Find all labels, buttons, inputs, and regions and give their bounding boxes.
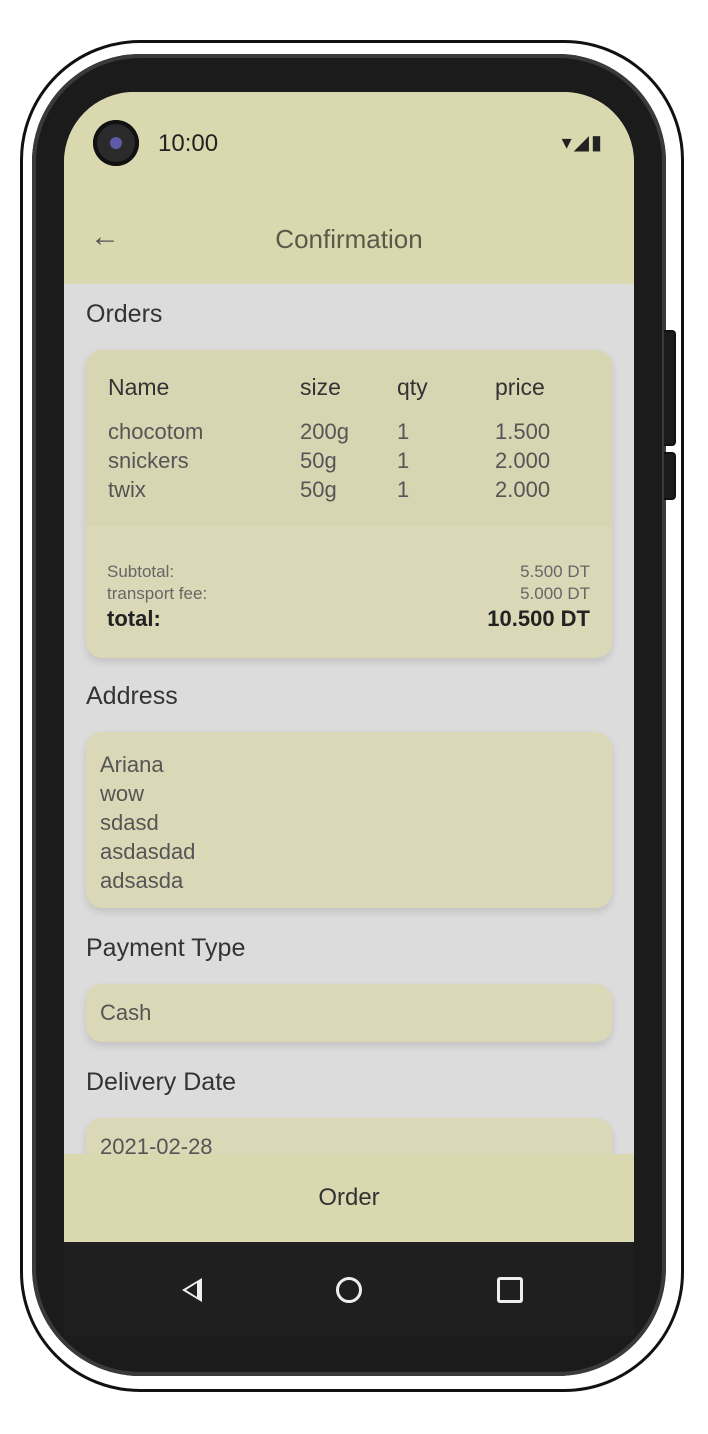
nav-back-icon[interactable] [182, 1278, 202, 1302]
status-time: 10:00 [158, 130, 219, 157]
column-header-size: size [300, 374, 341, 400]
delivery-date-value: 2021-02-28 [100, 1134, 213, 1154]
address-line: wow [100, 781, 145, 806]
content-scroll[interactable]: Orders Name size qty price chocotom 200g… [64, 284, 634, 1154]
order-row-size: 50g [300, 448, 337, 473]
order-row-size: 200g [300, 419, 349, 444]
address-title: Address [86, 682, 178, 710]
nav-home-icon[interactable] [336, 1277, 362, 1303]
delivery-date-title: Delivery Date [86, 1068, 237, 1096]
volume-button [664, 452, 676, 500]
page-title: Confirmation [275, 224, 423, 254]
total-value: 10.500 DT [487, 606, 590, 631]
order-row-price: 2.000 [495, 448, 551, 473]
order-row-qty: 1 [397, 477, 410, 502]
address-line: Ariana [100, 752, 164, 777]
front-camera-icon [93, 120, 139, 166]
order-row-qty: 1 [397, 419, 410, 444]
order-row-name: chocotom [108, 419, 204, 444]
app-bar: ← Confirmation [64, 202, 634, 284]
address-line: adsasda [100, 868, 184, 893]
order-row-name: twix [108, 477, 146, 502]
order-button[interactable]: Order [64, 1154, 634, 1242]
order-row-name: snickers [108, 448, 189, 473]
order-row-price: 2.000 [495, 477, 551, 502]
transport-fee-label: transport fee: [107, 584, 208, 603]
address-card: Ariana wow sdasd asdasdad adsasda [86, 732, 612, 908]
payment-type-value: Cash [100, 1000, 152, 1025]
column-header-price: price [495, 374, 545, 400]
navigation-bar [64, 1242, 634, 1336]
order-row-size: 50g [300, 477, 337, 502]
orders-table: Name size qty price chocotom 200g 1 1.50… [86, 350, 612, 526]
subtotal-value: 5.500 DT [520, 562, 590, 581]
total-label: total: [107, 606, 161, 631]
address-line: sdasd [100, 810, 159, 835]
power-button [664, 330, 676, 446]
column-header-qty: qty [397, 374, 428, 400]
transport-fee-value: 5.000 DT [520, 584, 590, 603]
orders-title: Orders [86, 300, 163, 328]
column-header-name: Name [108, 374, 170, 400]
nav-recents-icon[interactable] [497, 1277, 523, 1303]
order-row-price: 1.500 [495, 419, 551, 444]
payment-type-title: Payment Type [86, 934, 246, 962]
status-bar: 10:00 ▾◢▮ [64, 92, 634, 202]
screen: 10:00 ▾◢▮ ← Confirmation Orders Name siz… [64, 92, 634, 1336]
address-line: asdasdad [100, 839, 196, 864]
system-status-icons: ▾◢▮ [561, 132, 604, 154]
payment-type-field[interactable]: Cash [86, 984, 612, 1042]
subtotal-label: Subtotal: [107, 562, 175, 581]
order-row-qty: 1 [397, 448, 410, 473]
delivery-date-field[interactable]: 2021-02-28 [86, 1118, 612, 1154]
